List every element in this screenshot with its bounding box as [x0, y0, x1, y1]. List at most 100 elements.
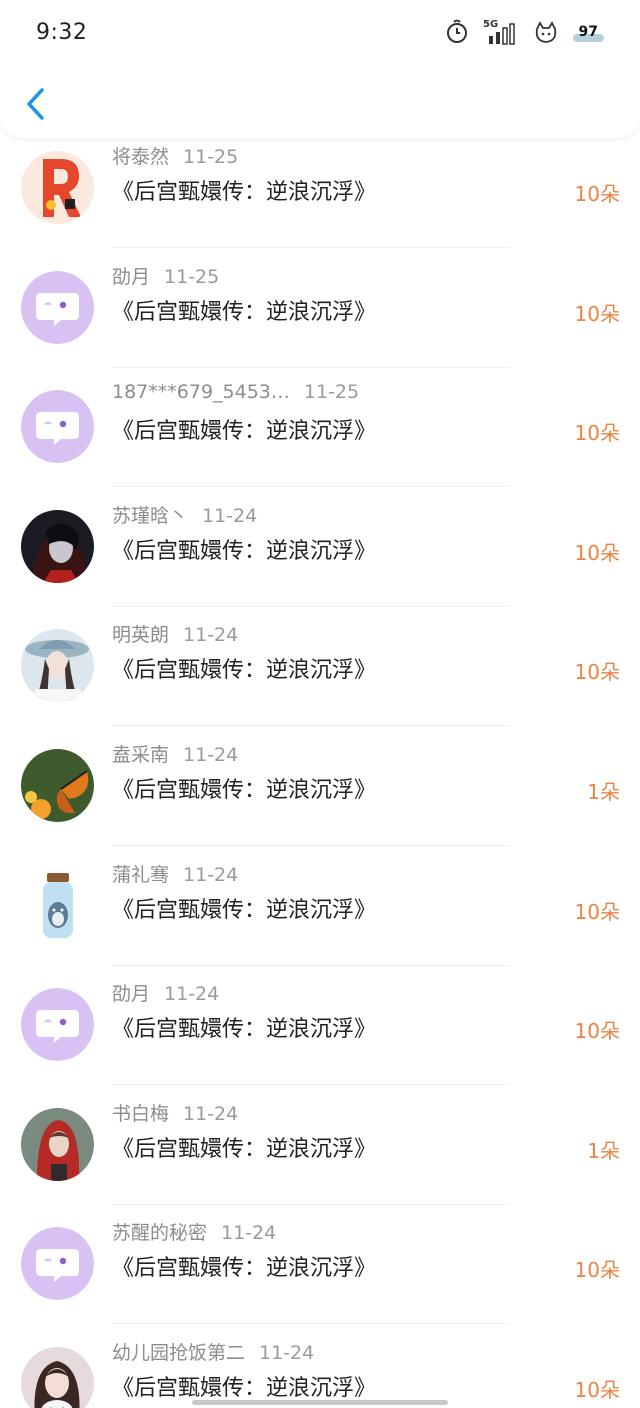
user-name: 明英朗 [112, 624, 170, 647]
book-title: 《后宫甄嬛传：逆浪沉浮》 [112, 419, 377, 445]
list-item[interactable]: 蒲礼骞 11-24 《后宫甄嬛传：逆浪沉浮》 10朵 [0, 846, 640, 966]
signal-icon: 5G [483, 18, 519, 46]
user-name: 将泰然 [112, 146, 170, 168]
flower-amount: 1朵 [587, 1138, 620, 1163]
row-meta: 书白梅 11-24 [112, 1099, 238, 1126]
book-title: 《后宫甄嬛传：逆浪沉浮》 [112, 778, 377, 803]
flower-amount: 10朵 [574, 1378, 620, 1402]
row-meta: 幼儿园抢饭第二 11-24 [112, 1338, 314, 1365]
default-avatar-icon [21, 270, 94, 344]
top-bar: 9:32 5G 97 [0, 0, 640, 138]
list-item[interactable]: 盍采南 11-24 《后宫甄嬛传：逆浪沉浮》 1朵 [0, 726, 640, 846]
avatar[interactable] [21, 270, 94, 344]
home-indicator [192, 1400, 448, 1405]
flower-amount: 10朵 [574, 421, 620, 446]
flower-amount: 10朵 [574, 1258, 620, 1283]
avatar[interactable] [21, 1107, 94, 1181]
cat-wifi-icon [533, 19, 559, 45]
book-title: 《后宫甄嬛传：逆浪沉浮》 [112, 1376, 377, 1401]
row-meta: 将泰然 11-25 [112, 142, 238, 169]
gift-date: 11-24 [221, 1222, 277, 1245]
user-name: 幼儿园抢饭第二 [112, 1342, 246, 1364]
user-name: 蒲礼骞 [112, 863, 170, 886]
flower-amount: 10朵 [574, 301, 620, 326]
list-item[interactable]: 明英朗 11-24 《后宫甄嬛传：逆浪沉浮》 10朵 [0, 606, 640, 727]
row-meta: 劭月 11-24 [112, 979, 219, 1006]
status-icons: 5G 97 [445, 18, 605, 46]
screen: 将泰然 11-25 《后宫甄嬛传：逆浪沉浮》 10朵 劭月 11-25 《后宫甄嬛传… [0, 0, 640, 1408]
flower-amount: 10朵 [574, 540, 620, 565]
svg-text:5G: 5G [483, 19, 498, 30]
list-item[interactable]: 将泰然 11-25 《后宫甄嬛传：逆浪沉浮》 10朵 [0, 128, 640, 248]
book-title: 《后宫甄嬛传：逆浪沉浮》 [112, 299, 377, 325]
list-item[interactable]: 书白梅 11-24 《后宫甄嬛传：逆浪沉浮》 1朵 [0, 1085, 640, 1205]
user-name: 盍采南 [112, 744, 170, 766]
row-meta: 明英朗 11-24 [112, 620, 238, 647]
status-time: 9:32 [36, 20, 88, 45]
row-meta: 苏瑾晗丶 11-24 [112, 501, 257, 528]
gift-date: 11-24 [202, 504, 258, 527]
portrait-avatar-icon [21, 629, 94, 703]
avatar[interactable] [21, 1347, 94, 1408]
butterfly-avatar-icon [21, 749, 94, 822]
book-title: 《后宫甄嬛传：逆浪沉浮》 [112, 1256, 377, 1282]
portrait-avatar-icon [21, 1107, 94, 1181]
default-avatar-icon [21, 390, 94, 464]
avatar[interactable] [21, 988, 94, 1062]
gift-date: 11-24 [183, 624, 239, 647]
portrait-avatar-icon [21, 509, 94, 583]
user-name: 187***679_5453… [112, 381, 290, 404]
book-title: 《后宫甄嬛传：逆浪沉浮》 [112, 1136, 377, 1162]
gift-date: 11-24 [164, 983, 220, 1006]
book-title: 《后宫甄嬛传：逆浪沉浮》 [112, 897, 377, 923]
list-item[interactable]: 187***679_5453… 11-25 《后宫甄嬛传：逆浪沉浮》 10朵 [0, 367, 640, 488]
avatar[interactable] [21, 390, 94, 464]
gift-date: 11-24 [183, 744, 239, 766]
book-title: 《后宫甄嬛传：逆浪沉浮》 [112, 1017, 377, 1043]
alarm-icon [445, 19, 469, 45]
gift-date: 11-24 [183, 1102, 239, 1125]
gift-date: 11-24 [183, 863, 239, 886]
avatar[interactable] [21, 868, 94, 942]
user-name: 书白梅 [112, 1102, 170, 1125]
gift-date: 11-25 [303, 381, 360, 404]
default-avatar-icon [21, 1227, 94, 1301]
flower-amount: 10朵 [574, 182, 620, 206]
list-item[interactable]: 苏醒的秘密 11-24 《后宫甄嬛传：逆浪沉浮》 10朵 [0, 1204, 640, 1325]
battery-indicator: 97 [572, 22, 605, 42]
avatar[interactable] [21, 509, 94, 583]
list-item[interactable]: 劭月 11-24 《后宫甄嬛传：逆浪沉浮》 10朵 [0, 965, 640, 1086]
avatar[interactable] [21, 749, 94, 822]
flower-amount: 10朵 [574, 899, 620, 924]
list-item[interactable]: 劭月 11-25 《后宫甄嬛传：逆浪沉浮》 10朵 [0, 248, 640, 368]
avatar[interactable] [21, 1227, 94, 1301]
avatar[interactable] [21, 629, 94, 703]
back-button[interactable] [20, 84, 50, 124]
gift-date: 11-25 [183, 146, 239, 168]
user-name: 劭月 [112, 983, 151, 1006]
flower-amount: 1朵 [587, 780, 620, 804]
gift-date: 11-24 [259, 1342, 315, 1364]
chevron-left-icon [27, 88, 44, 120]
list-item[interactable]: 幼儿园抢饭第二 11-24 《后宫甄嬛传：逆浪沉浮》 10朵 [0, 1324, 640, 1408]
flower-amount: 10朵 [574, 1019, 620, 1044]
row-meta: 苏醒的秘密 11-24 [112, 1218, 276, 1245]
portrait-avatar-icon [21, 1347, 94, 1408]
bottle-avatar-icon [21, 868, 94, 942]
row-meta: 盍采南 11-24 [112, 740, 238, 767]
row-meta: 蒲礼骞 11-24 [112, 860, 238, 887]
book-title: 《后宫甄嬛传：逆浪沉浮》 [112, 658, 377, 684]
book-title: 《后宫甄嬛传：逆浪沉浮》 [112, 180, 377, 205]
row-meta: 187***679_5453… 11-25 [112, 381, 359, 403]
user-name: 苏醒的秘密 [112, 1222, 208, 1245]
letter-avatar-icon [21, 151, 94, 224]
book-title: 《后宫甄嬛传：逆浪沉浮》 [112, 538, 377, 564]
gift-date: 11-25 [164, 265, 220, 288]
user-name: 苏瑾晗丶 [112, 504, 189, 527]
user-name: 劭月 [112, 265, 151, 288]
avatar[interactable] [21, 151, 94, 224]
list-item[interactable]: 苏瑾晗丶 11-24 《后宫甄嬛传：逆浪沉浮》 10朵 [0, 487, 640, 607]
row-meta: 劭月 11-25 [112, 262, 219, 289]
default-avatar-icon [21, 988, 94, 1062]
flower-amount: 10朵 [574, 660, 620, 685]
